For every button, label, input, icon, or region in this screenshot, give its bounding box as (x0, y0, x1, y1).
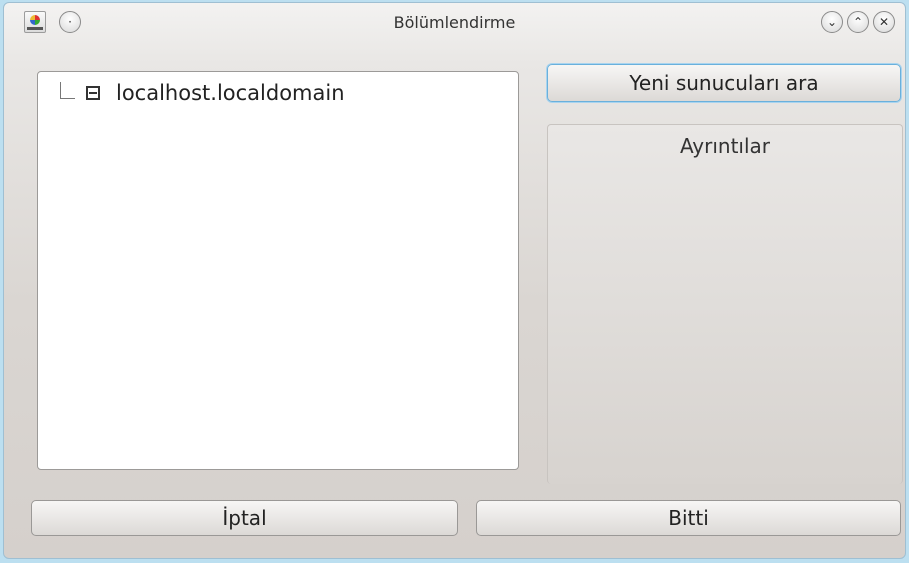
tree-branch-line (60, 82, 75, 99)
details-title: Ayrıntılar (679, 134, 771, 158)
title-bar[interactable]: · Bölümlendirme ⌄ ⌃ ✕ (4, 3, 905, 43)
computer-icon (86, 86, 100, 100)
search-new-servers-button[interactable]: Yeni sunucuları ara (547, 64, 901, 102)
done-button[interactable]: Bitti (476, 500, 901, 536)
details-panel: Ayrıntılar (547, 124, 903, 484)
dialog-window: · Bölümlendirme ⌄ ⌃ ✕ localhost.localdom… (3, 2, 906, 559)
host-tree[interactable]: localhost.localdomain (37, 71, 519, 470)
tree-item-localhost[interactable]: localhost.localdomain (116, 81, 345, 105)
maximize-icon[interactable]: ⌃ (847, 11, 869, 33)
minimize-icon[interactable]: ⌄ (821, 11, 843, 33)
cancel-button[interactable]: İptal (31, 500, 458, 536)
close-icon[interactable]: ✕ (873, 11, 895, 33)
window-title: Bölümlendirme (393, 13, 516, 32)
